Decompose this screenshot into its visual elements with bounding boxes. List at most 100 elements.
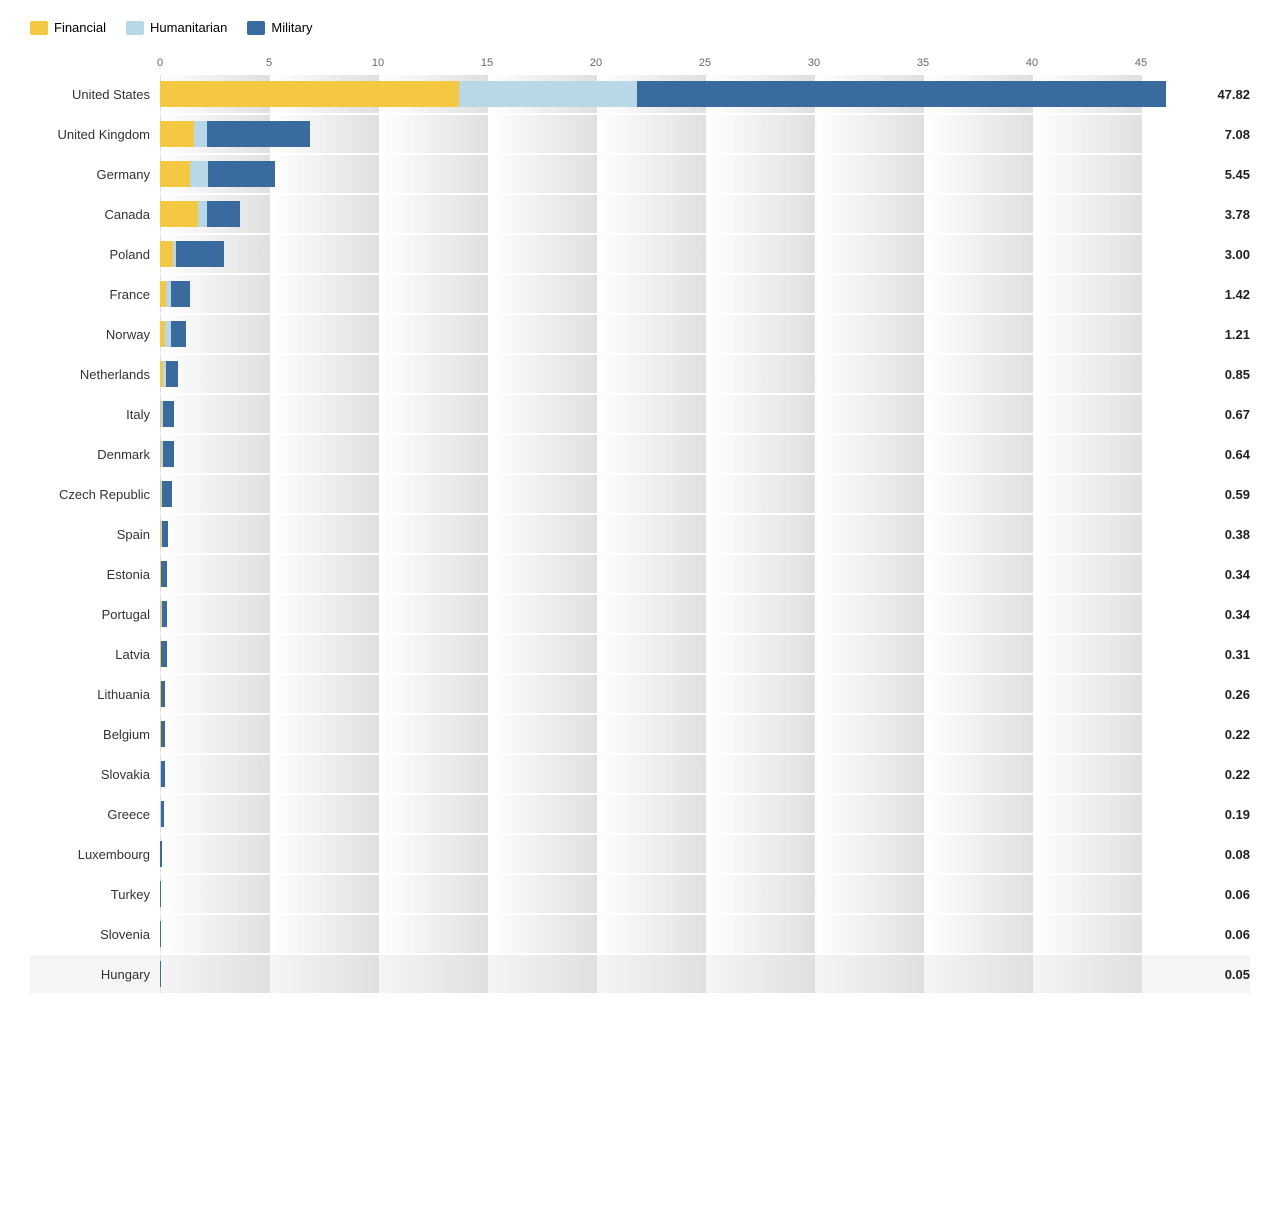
bar-row: Luxembourg0.08 (30, 835, 1250, 873)
bar-container-belgium: 0.22 (160, 715, 1250, 753)
bar-value-hungary: 0.05 (1225, 967, 1250, 982)
axis-ticks: 051015202530354045 (160, 49, 1250, 69)
bar-row: Greece0.19 (30, 795, 1250, 833)
bar-row: Turkey 0.06 (30, 875, 1250, 913)
legend-swatch-military (247, 21, 265, 35)
bar-value-germany: 5.45 (1225, 167, 1250, 182)
country-label-greece: Greece (30, 807, 160, 822)
bar-segments (160, 401, 1219, 427)
bar-segments (160, 481, 1219, 507)
bar-value-lithuania: 0.26 (1225, 687, 1250, 702)
bar-value-spain: 0.38 (1225, 527, 1250, 542)
segment-military (166, 361, 178, 387)
segment-humanitarian (190, 161, 208, 187)
bar-value-canada: 3.78 (1225, 207, 1250, 222)
bar-value-united-states: 47.82 (1217, 87, 1250, 102)
bar-row: United States 47.82 (30, 75, 1250, 113)
tick-35: 35 (917, 57, 929, 69)
bar-container-greece: 0.19 (160, 795, 1250, 833)
country-label-germany: Germany (30, 167, 160, 182)
country-label-denmark: Denmark (30, 447, 160, 462)
tick-25: 25 (699, 57, 711, 69)
bar-container-united-kingdom: 7.08 (160, 115, 1250, 153)
bar-value-norway: 1.21 (1225, 327, 1250, 342)
bar-row: Czech Republic0.59 (30, 475, 1250, 513)
bar-container-norway: 1.21 (160, 315, 1250, 353)
bar-segments (160, 841, 1219, 867)
bar-container-portugal: 0.34 (160, 595, 1250, 633)
bar-row: Netherlands0.85 (30, 355, 1250, 393)
segment-financial (160, 81, 459, 107)
segment-military (163, 441, 174, 467)
country-label-turkey: Turkey (30, 887, 160, 902)
segment-financial (160, 161, 190, 187)
bar-value-denmark: 0.64 (1225, 447, 1250, 462)
bar-value-netherlands: 0.85 (1225, 367, 1250, 382)
segment-military (171, 321, 185, 347)
bar-value-italy: 0.67 (1225, 407, 1250, 422)
tick-40: 40 (1026, 57, 1038, 69)
bar-container-slovakia: 0.22 (160, 755, 1250, 793)
segment-humanitarian (198, 201, 206, 227)
segment-military (162, 481, 172, 507)
chart-legend: FinancialHumanitarianMilitary (30, 20, 1250, 35)
bar-row: Hungary 0.05 (30, 955, 1250, 993)
bar-value-united-kingdom: 7.08 (1225, 127, 1250, 142)
country-label-latvia: Latvia (30, 647, 160, 662)
segment-military (161, 681, 165, 707)
bar-container-estonia: 0.34 (160, 555, 1250, 593)
tick-45: 45 (1135, 57, 1147, 69)
bar-segments (160, 521, 1219, 547)
segment-military (160, 881, 161, 907)
tick-5: 5 (266, 57, 272, 69)
bar-row: Norway 1.21 (30, 315, 1250, 353)
country-label-united-states: United States (30, 87, 160, 102)
bar-segments (160, 681, 1219, 707)
bar-row: France1.42 (30, 275, 1250, 313)
bar-value-portugal: 0.34 (1225, 607, 1250, 622)
bar-row: Denmark 0.64 (30, 435, 1250, 473)
bar-row: Italy 0.67 (30, 395, 1250, 433)
bar-segments (160, 801, 1219, 827)
legend-item-humanitarian: Humanitarian (126, 20, 227, 35)
segment-military (163, 401, 174, 427)
bar-segments (160, 961, 1219, 987)
bar-segments (160, 921, 1219, 947)
bar-segments (160, 241, 1219, 267)
bar-row: United Kingdom7.08 (30, 115, 1250, 153)
bar-value-estonia: 0.34 (1225, 567, 1250, 582)
bar-value-turkey: 0.06 (1225, 887, 1250, 902)
segment-military (171, 281, 190, 307)
bar-value-belgium: 0.22 (1225, 727, 1250, 742)
segment-military (160, 961, 161, 987)
segment-military (160, 841, 161, 867)
tick-10: 10 (372, 57, 384, 69)
country-label-belgium: Belgium (30, 727, 160, 742)
bar-segments (160, 721, 1219, 747)
axis-row: 051015202530354045 (30, 49, 1250, 69)
bar-segments (160, 441, 1219, 467)
bar-segments (160, 561, 1219, 587)
segment-military (161, 721, 164, 747)
bar-row: Belgium 0.22 (30, 715, 1250, 753)
segment-military (207, 201, 240, 227)
country-label-norway: Norway (30, 327, 160, 342)
country-label-italy: Italy (30, 407, 160, 422)
bar-container-lithuania: 0.26 (160, 675, 1250, 713)
country-label-hungary: Hungary (30, 967, 160, 982)
country-label-spain: Spain (30, 527, 160, 542)
country-label-slovenia: Slovenia (30, 927, 160, 942)
country-label-estonia: Estonia (30, 567, 160, 582)
bar-container-slovenia: 0.06 (160, 915, 1250, 953)
bar-container-netherlands: 0.85 (160, 355, 1250, 393)
bar-container-latvia: 0.31 (160, 635, 1250, 673)
bar-row: Canada3.78 (30, 195, 1250, 233)
bar-segments (160, 601, 1219, 627)
segment-military (162, 521, 168, 547)
bar-container-hungary: 0.05 (160, 955, 1250, 993)
bar-row: Poland3.00 (30, 235, 1250, 273)
segment-humanitarian (459, 81, 638, 107)
segment-military (161, 561, 167, 587)
legend-label-military: Military (271, 20, 312, 35)
bar-row: Lithuania0.26 (30, 675, 1250, 713)
